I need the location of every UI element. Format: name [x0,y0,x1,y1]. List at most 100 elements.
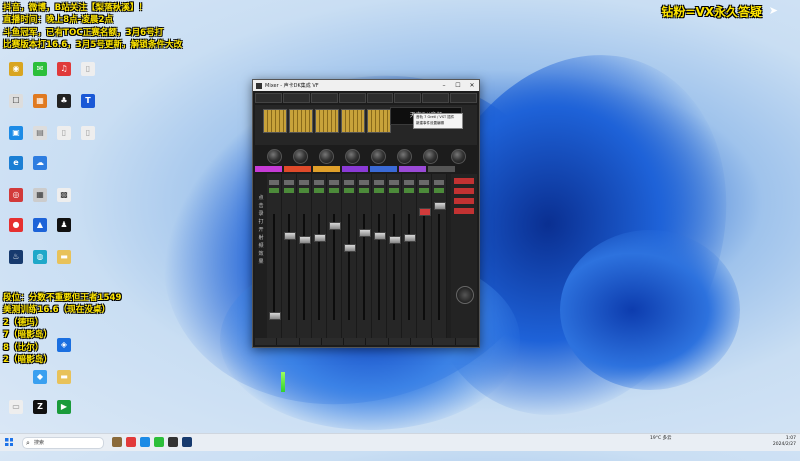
record-button[interactable] [284,188,294,193]
mute-button[interactable] [269,180,279,185]
desktop-icon[interactable]: T [76,94,100,108]
record-button[interactable] [314,188,324,193]
mute-button[interactable] [329,180,339,185]
record-button[interactable] [359,188,369,193]
desktop-icon[interactable]: ▦ [28,188,52,202]
mixer-titlebar[interactable]: Mixer - 声卡DK集成 VF – ☐ ✕ [253,80,479,91]
mute-button[interactable] [314,180,324,185]
taskbar-app-icon[interactable] [154,437,164,447]
fader-handle[interactable] [299,236,311,244]
desktop-icon[interactable]: ◉ [4,62,28,76]
desktop-icon[interactable]: ♫ [52,62,76,76]
system-clock[interactable]: 1:07 2024/2/27 [773,436,796,448]
knob[interactable] [293,149,308,164]
desktop-icon[interactable]: ▯ [52,126,76,140]
desktop-icon[interactable]: Z [28,400,52,414]
preset-pad[interactable] [263,109,287,133]
fader-handle[interactable] [314,234,326,242]
weather-widget[interactable]: 19°C 多云 [650,436,672,442]
preset-pad[interactable] [341,109,365,133]
maximize-icon[interactable]: ☐ [451,82,465,89]
knob[interactable] [371,149,386,164]
context-popup[interactable]: 音轨 7 Gretl / VST 插件 新建事件设置编辑 [413,113,463,129]
desktop-icon[interactable]: ☐ [4,94,28,108]
mute-button[interactable] [344,180,354,185]
preset-pad[interactable] [315,109,339,133]
toolbar-button[interactable] [366,93,394,103]
desktop-icon[interactable]: ♣ [52,94,76,108]
preset-pad[interactable] [367,109,391,133]
mute-button[interactable] [404,180,414,185]
desktop-icon[interactable]: ▬ [52,250,76,264]
fader-handle[interactable] [404,234,416,242]
knob[interactable] [451,149,466,164]
desktop-icon[interactable]: ◎ [4,188,28,202]
record-button[interactable] [299,188,309,193]
desktop-icon[interactable]: ▲ [28,218,52,232]
record-button[interactable] [269,188,279,193]
desktop-icon[interactable]: ☁ [28,156,52,170]
fader-handle[interactable] [329,222,341,230]
desktop-icon[interactable]: ▯ [76,126,100,140]
desktop-icon[interactable]: ▭ [4,400,28,414]
mute-button[interactable] [434,180,444,185]
desktop-icon[interactable]: ◍ [28,250,52,264]
desktop-icon[interactable]: ▤ [28,126,52,140]
minimize-icon[interactable]: – [437,82,451,89]
taskbar-app-icon[interactable] [140,437,150,447]
desktop-icon[interactable]: ✉ [28,62,52,76]
taskbar-app-icon[interactable] [126,437,136,447]
desktop-icon[interactable]: ▦ [28,94,52,108]
master-button[interactable] [454,198,474,204]
knob[interactable] [345,149,360,164]
mute-button[interactable] [419,180,429,185]
record-button[interactable] [374,188,384,193]
desktop-icon[interactable]: ♨ [4,250,28,264]
knob[interactable] [397,149,412,164]
master-button[interactable] [454,208,474,214]
fader-handle[interactable] [389,236,401,244]
mute-button[interactable] [359,180,369,185]
fader-handle[interactable] [344,244,356,252]
toolbar-button[interactable] [338,93,366,103]
taskbar-app-icon[interactable] [182,437,192,447]
taskbar-search[interactable]: ⌕ 搜索 [22,437,104,449]
desktop-icon[interactable]: ● [4,218,28,232]
fader-handle[interactable] [374,232,386,240]
record-button[interactable] [329,188,339,193]
mute-button[interactable] [389,180,399,185]
master-button[interactable] [454,188,474,194]
desktop-icon[interactable]: ▶ [52,400,76,414]
knob[interactable] [423,149,438,164]
toolbar-button[interactable] [394,93,422,103]
preset-pad[interactable] [289,109,313,133]
record-button[interactable] [419,188,429,193]
toolbar-button[interactable] [255,93,282,103]
fader-handle[interactable] [284,232,296,240]
close-icon[interactable]: ✕ [465,82,479,89]
mute-button[interactable] [374,180,384,185]
desktop-icon[interactable]: ◆ [28,370,52,384]
record-button[interactable] [404,188,414,193]
record-button[interactable] [434,188,444,193]
knob[interactable] [267,149,282,164]
start-icon[interactable] [5,438,13,446]
toolbar-button[interactable] [422,93,450,103]
desktop-icon[interactable]: ♟ [52,218,76,232]
master-button[interactable] [454,178,474,184]
desktop-icon[interactable]: ▬ [52,370,76,384]
toolbar-button[interactable] [282,93,310,103]
mute-button[interactable] [299,180,309,185]
knob[interactable] [319,149,334,164]
toolbar-button[interactable] [450,93,477,103]
taskbar-app-icon[interactable] [168,437,178,447]
toolbar-button[interactable] [310,93,338,103]
fader-handle[interactable] [419,208,431,216]
record-button[interactable] [389,188,399,193]
record-button[interactable] [344,188,354,193]
popup-item[interactable]: 新建事件设置编辑 [416,120,462,126]
desktop-icon[interactable]: ▯ [76,62,100,76]
master-knob[interactable] [456,286,474,304]
mute-button[interactable] [284,180,294,185]
mixer-window[interactable]: Mixer - 声卡DK集成 VF – ☐ ✕ 天空DK音频 音轨 7 Gret… [252,79,480,392]
